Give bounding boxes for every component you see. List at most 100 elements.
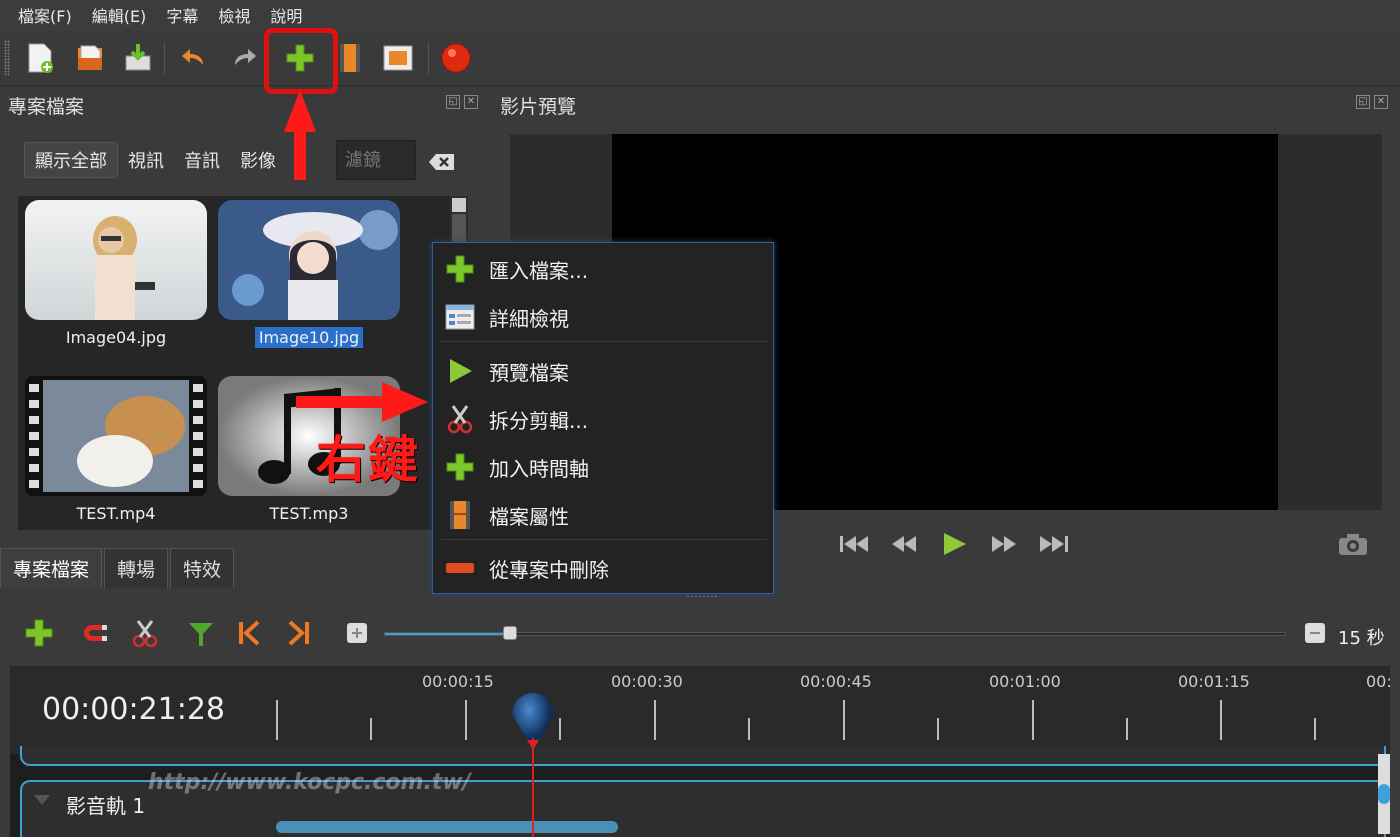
menu-view[interactable]: 檢視 — [208, 3, 260, 27]
ruler-minor-tick — [1126, 718, 1128, 740]
filter-audio[interactable]: 音訊 — [174, 143, 230, 177]
menu-item-import-files[interactable]: 匯入檔案... — [433, 249, 773, 289]
film-icon — [445, 500, 475, 530]
menu-separator — [441, 539, 767, 540]
toolbar-grip[interactable] — [4, 40, 10, 76]
plus-icon — [445, 452, 475, 482]
clear-filter-icon[interactable] — [428, 152, 456, 172]
tab-transitions[interactable]: 轉場 — [104, 548, 169, 588]
scissors-icon — [445, 404, 475, 434]
close-icon[interactable]: ✕ — [1374, 95, 1388, 109]
razor-scissors-icon[interactable] — [128, 616, 162, 650]
file-item[interactable]: TEST.mp4 — [25, 376, 207, 523]
right-click-annotation: 右鍵 — [316, 431, 420, 489]
jump-start-icon[interactable] — [838, 530, 870, 558]
ruler-minor-tick — [559, 718, 561, 740]
float-icon[interactable]: ◱ — [446, 95, 460, 109]
file-item[interactable]: Image04.jpg — [25, 200, 207, 347]
menu-item-label: 詳細檢視 — [489, 306, 569, 331]
file-filter-bar: 顯示全部 視訊 音訊 影像 — [24, 142, 286, 178]
playback-controls — [838, 530, 1070, 558]
menu-item-label: 拆分剪輯... — [489, 408, 589, 433]
snap-magnet-icon[interactable] — [78, 616, 112, 650]
close-icon[interactable]: ✕ — [464, 95, 478, 109]
add-marker-icon[interactable] — [184, 616, 218, 650]
file-thumbnail — [25, 376, 207, 496]
ruler-major-tick — [654, 700, 656, 740]
project-panel-dock-buttons: ◱ ✕ — [446, 95, 478, 109]
previous-marker-icon[interactable] — [232, 616, 266, 650]
menu-help[interactable]: 說明 — [260, 3, 312, 27]
camera-icon[interactable] — [1338, 532, 1368, 556]
import-highlight-box — [264, 28, 338, 94]
undo-icon[interactable] — [176, 40, 212, 76]
preview-panel-dock-buttons: ◱ ✕ — [1356, 95, 1388, 109]
file-item-selected[interactable]: Image10.jpg — [218, 200, 400, 348]
rewind-icon[interactable] — [888, 530, 920, 558]
file-name: TEST.mp3 — [269, 504, 349, 523]
file-thumbnail — [218, 200, 400, 320]
menu-file[interactable]: 檔案(F) — [8, 3, 82, 27]
toolbar-separator — [428, 42, 429, 74]
ruler-tick-label: 00:00:15 — [422, 672, 494, 691]
file-name: Image04.jpg — [65, 328, 167, 347]
redo-icon[interactable] — [226, 40, 262, 76]
ruler-minor-tick — [937, 718, 939, 740]
ruler-minor-tick — [1314, 718, 1316, 740]
menu-item-file-properties[interactable]: 檔案屬性 — [433, 495, 773, 535]
menu-edit[interactable]: 編輯(E) — [82, 3, 157, 27]
plus-icon — [445, 254, 475, 284]
scroll-up-icon[interactable] — [452, 198, 466, 212]
jump-end-icon[interactable] — [1038, 530, 1070, 558]
filter-show-all[interactable]: 顯示全部 — [24, 142, 118, 178]
tab-project-files[interactable]: 專案檔案 — [0, 548, 103, 588]
play-icon[interactable] — [938, 530, 970, 558]
zoom-out-icon[interactable] — [1298, 616, 1332, 650]
menu-item-add-to-timeline[interactable]: 加入時間軸 — [433, 447, 773, 487]
float-icon[interactable]: ◱ — [1356, 95, 1370, 109]
track-name: 影音軌 1 — [66, 794, 146, 818]
filter-video[interactable]: 視訊 — [118, 143, 174, 177]
zoom-slider-track[interactable] — [384, 632, 1286, 636]
remove-icon — [445, 553, 475, 583]
scrollbar-thumb[interactable] — [1378, 784, 1390, 804]
ruler-minor-tick — [748, 718, 750, 740]
menu-item-details-view[interactable]: 詳細檢視 — [433, 297, 773, 337]
menu-item-preview-file[interactable]: 預覽檔案 — [433, 351, 773, 391]
filter-search-input[interactable] — [336, 140, 416, 180]
timeline-vertical-scrollbar[interactable] — [1378, 754, 1390, 834]
menu-item-label: 預覽檔案 — [489, 360, 569, 385]
fullscreen-icon[interactable] — [380, 40, 416, 76]
track-row[interactable] — [20, 746, 1386, 766]
add-track-icon[interactable] — [22, 616, 56, 650]
new-project-icon[interactable] — [22, 40, 58, 76]
timeline-horizontal-scrollbar[interactable] — [276, 821, 618, 833]
ruler-tick-label: 00:00:45 — [800, 672, 872, 691]
center-timeline-icon[interactable] — [340, 616, 374, 650]
toolbar-separator — [164, 42, 165, 74]
tab-effects[interactable]: 特效 — [170, 548, 235, 588]
ruler-tick-label: 00:01:15 — [1178, 672, 1250, 691]
file-name: TEST.mp4 — [76, 504, 156, 523]
save-project-icon[interactable] — [120, 40, 156, 76]
menu-item-label: 匯入檔案... — [489, 258, 589, 283]
open-project-icon[interactable] — [72, 40, 108, 76]
play-icon — [445, 356, 475, 386]
zoom-level-label: 15 秒 — [1338, 628, 1385, 649]
ruler-tick-label: 00:01:00 — [989, 672, 1061, 691]
up-arrow-annotation — [284, 90, 316, 180]
fast-forward-icon[interactable] — [988, 530, 1020, 558]
main-toolbar — [0, 30, 1400, 86]
zoom-slider-handle[interactable] — [503, 626, 518, 640]
playhead-line — [532, 738, 534, 837]
context-menu: 匯入檔案... 詳細檢視 預覽檔案 拆分剪輯... 加入時間軸 檔案屬性 從專案… — [432, 242, 774, 594]
next-marker-icon[interactable] — [282, 616, 316, 650]
current-timecode: 00:00:21:28 — [42, 692, 226, 727]
ruler-tick-label: 00:00:30 — [611, 672, 683, 691]
menu-item-label: 從專案中刪除 — [489, 557, 609, 582]
export-video-icon[interactable] — [438, 40, 474, 76]
menu-item-remove-from-project[interactable]: 從專案中刪除 — [433, 548, 773, 588]
menu-subtitle[interactable]: 字幕 — [156, 3, 208, 27]
chevron-down-icon[interactable] — [32, 792, 52, 806]
menu-item-split-clip[interactable]: 拆分剪輯... — [433, 399, 773, 439]
